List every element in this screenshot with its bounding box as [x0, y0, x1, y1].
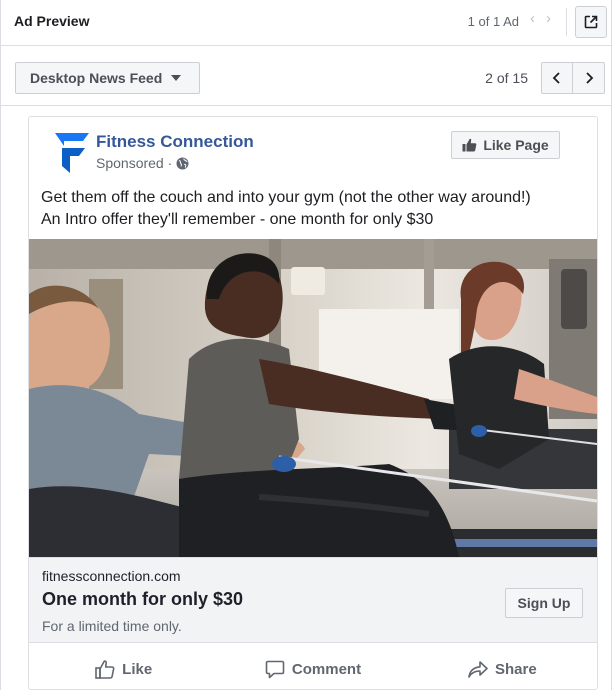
like-page-label: Like Page	[483, 137, 549, 153]
thumbs-up-outline-icon	[95, 659, 115, 679]
chevron-left-icon[interactable]: ‹	[530, 10, 535, 27]
ad-photo[interactable]	[29, 239, 597, 557]
caret-down-icon	[171, 75, 182, 81]
preview-header: Ad Preview 1 of 1 Ad ‹ ›	[1, 0, 612, 46]
chevron-left-icon	[552, 72, 560, 84]
fitness-connection-logo[interactable]	[55, 133, 89, 173]
page-name[interactable]: Fitness Connection	[96, 132, 254, 152]
share-button[interactable]: Share	[408, 649, 597, 689]
placement-toolbar: Desktop News Feed 2 of 15	[1, 46, 612, 106]
link-domain: fitnessconnection.com	[42, 568, 181, 584]
ad-count: 1 of 1 Ad	[467, 14, 519, 29]
like-page-button[interactable]: Like Page	[451, 131, 560, 159]
post-text: Get them off the couch and into your gym…	[41, 187, 591, 231]
placement-pager	[541, 62, 605, 94]
comment-icon	[265, 660, 285, 678]
sponsored-text: Sponsored ·	[96, 155, 173, 171]
post-text-line: An Intro offer they'll remember - one mo…	[41, 211, 434, 228]
chevron-right-icon	[585, 72, 593, 84]
thumbs-up-icon	[462, 138, 477, 152]
divider	[566, 8, 567, 36]
panel-title: Ad Preview	[14, 13, 90, 29]
globe-icon	[176, 157, 189, 169]
link-description: For a limited time only.	[42, 618, 182, 634]
external-link-icon	[584, 15, 598, 29]
placement-dropdown[interactable]: Desktop News Feed	[15, 62, 200, 94]
previous-placement-button[interactable]	[541, 62, 573, 94]
placement-label: Desktop News Feed	[30, 70, 163, 86]
link-preview[interactable]: fitnessconnection.com One month for only…	[29, 557, 597, 643]
link-headline: One month for only $30	[42, 589, 244, 609]
sponsored-label: Sponsored ·	[96, 155, 189, 171]
like-label: Like	[122, 660, 153, 678]
post-text-line: Get them off the couch and into your gym…	[41, 189, 531, 206]
sign-up-button[interactable]: Sign Up	[505, 588, 583, 618]
post-actions: Like Comment Share	[29, 649, 597, 689]
ad-preview-panel: Ad Preview 1 of 1 Ad ‹ › Desktop News Fe…	[0, 0, 612, 690]
open-in-new-window-button[interactable]	[575, 6, 607, 38]
chevron-right-icon[interactable]: ›	[546, 10, 551, 27]
comment-label: Comment	[291, 660, 362, 678]
comment-button[interactable]: Comment	[218, 649, 407, 689]
share-icon	[468, 660, 488, 678]
placement-count: 2 of 15	[485, 70, 528, 86]
sponsored-post: Fitness Connection Sponsored · Like Page…	[28, 116, 598, 690]
share-label: Share	[494, 660, 537, 678]
next-placement-button[interactable]	[573, 62, 605, 94]
like-button[interactable]: Like	[29, 649, 218, 689]
